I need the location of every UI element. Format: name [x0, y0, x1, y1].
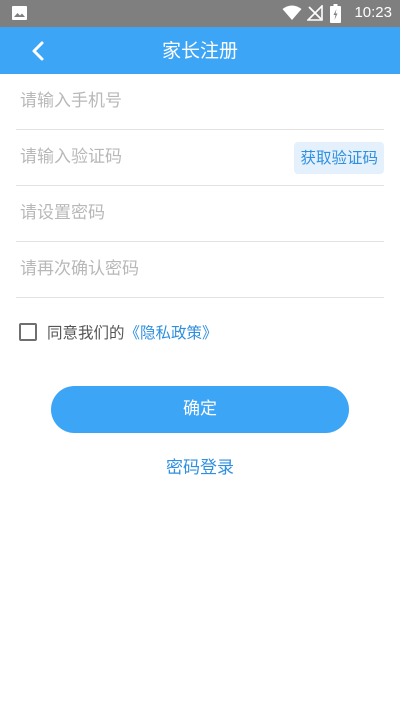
agreement-checkbox[interactable]	[19, 323, 37, 341]
agreement-text: 同意我们的	[47, 324, 125, 342]
confirm-button[interactable]: 确定	[51, 386, 349, 433]
confirm-password-field-row	[16, 242, 384, 298]
wifi-icon	[282, 5, 302, 20]
password-input[interactable]	[20, 198, 280, 228]
phone-field-row	[16, 74, 384, 130]
agreement-row: 同意我们的 《隐私政策》	[19, 320, 218, 344]
gallery-icon	[12, 6, 27, 20]
page-title: 家长注册	[161, 40, 238, 62]
privacy-policy-link[interactable]: 《隐私政策》	[125, 321, 218, 343]
password-login-row: 密码登录	[0, 456, 400, 480]
status-time: 10:23	[354, 4, 392, 21]
battery-icon	[330, 4, 341, 23]
phone-input[interactable]	[20, 86, 280, 116]
header-bar: 家长注册	[0, 27, 400, 74]
no-signal-icon	[307, 5, 323, 21]
password-field-row	[16, 186, 384, 242]
verification-code-input[interactable]	[20, 142, 270, 172]
code-field-row: 获取验证码	[16, 130, 384, 186]
status-bar: 10:23	[0, 0, 400, 27]
confirm-password-input[interactable]	[20, 254, 280, 284]
get-code-button[interactable]: 获取验证码	[294, 142, 384, 174]
password-login-link[interactable]: 密码登录	[166, 458, 234, 478]
